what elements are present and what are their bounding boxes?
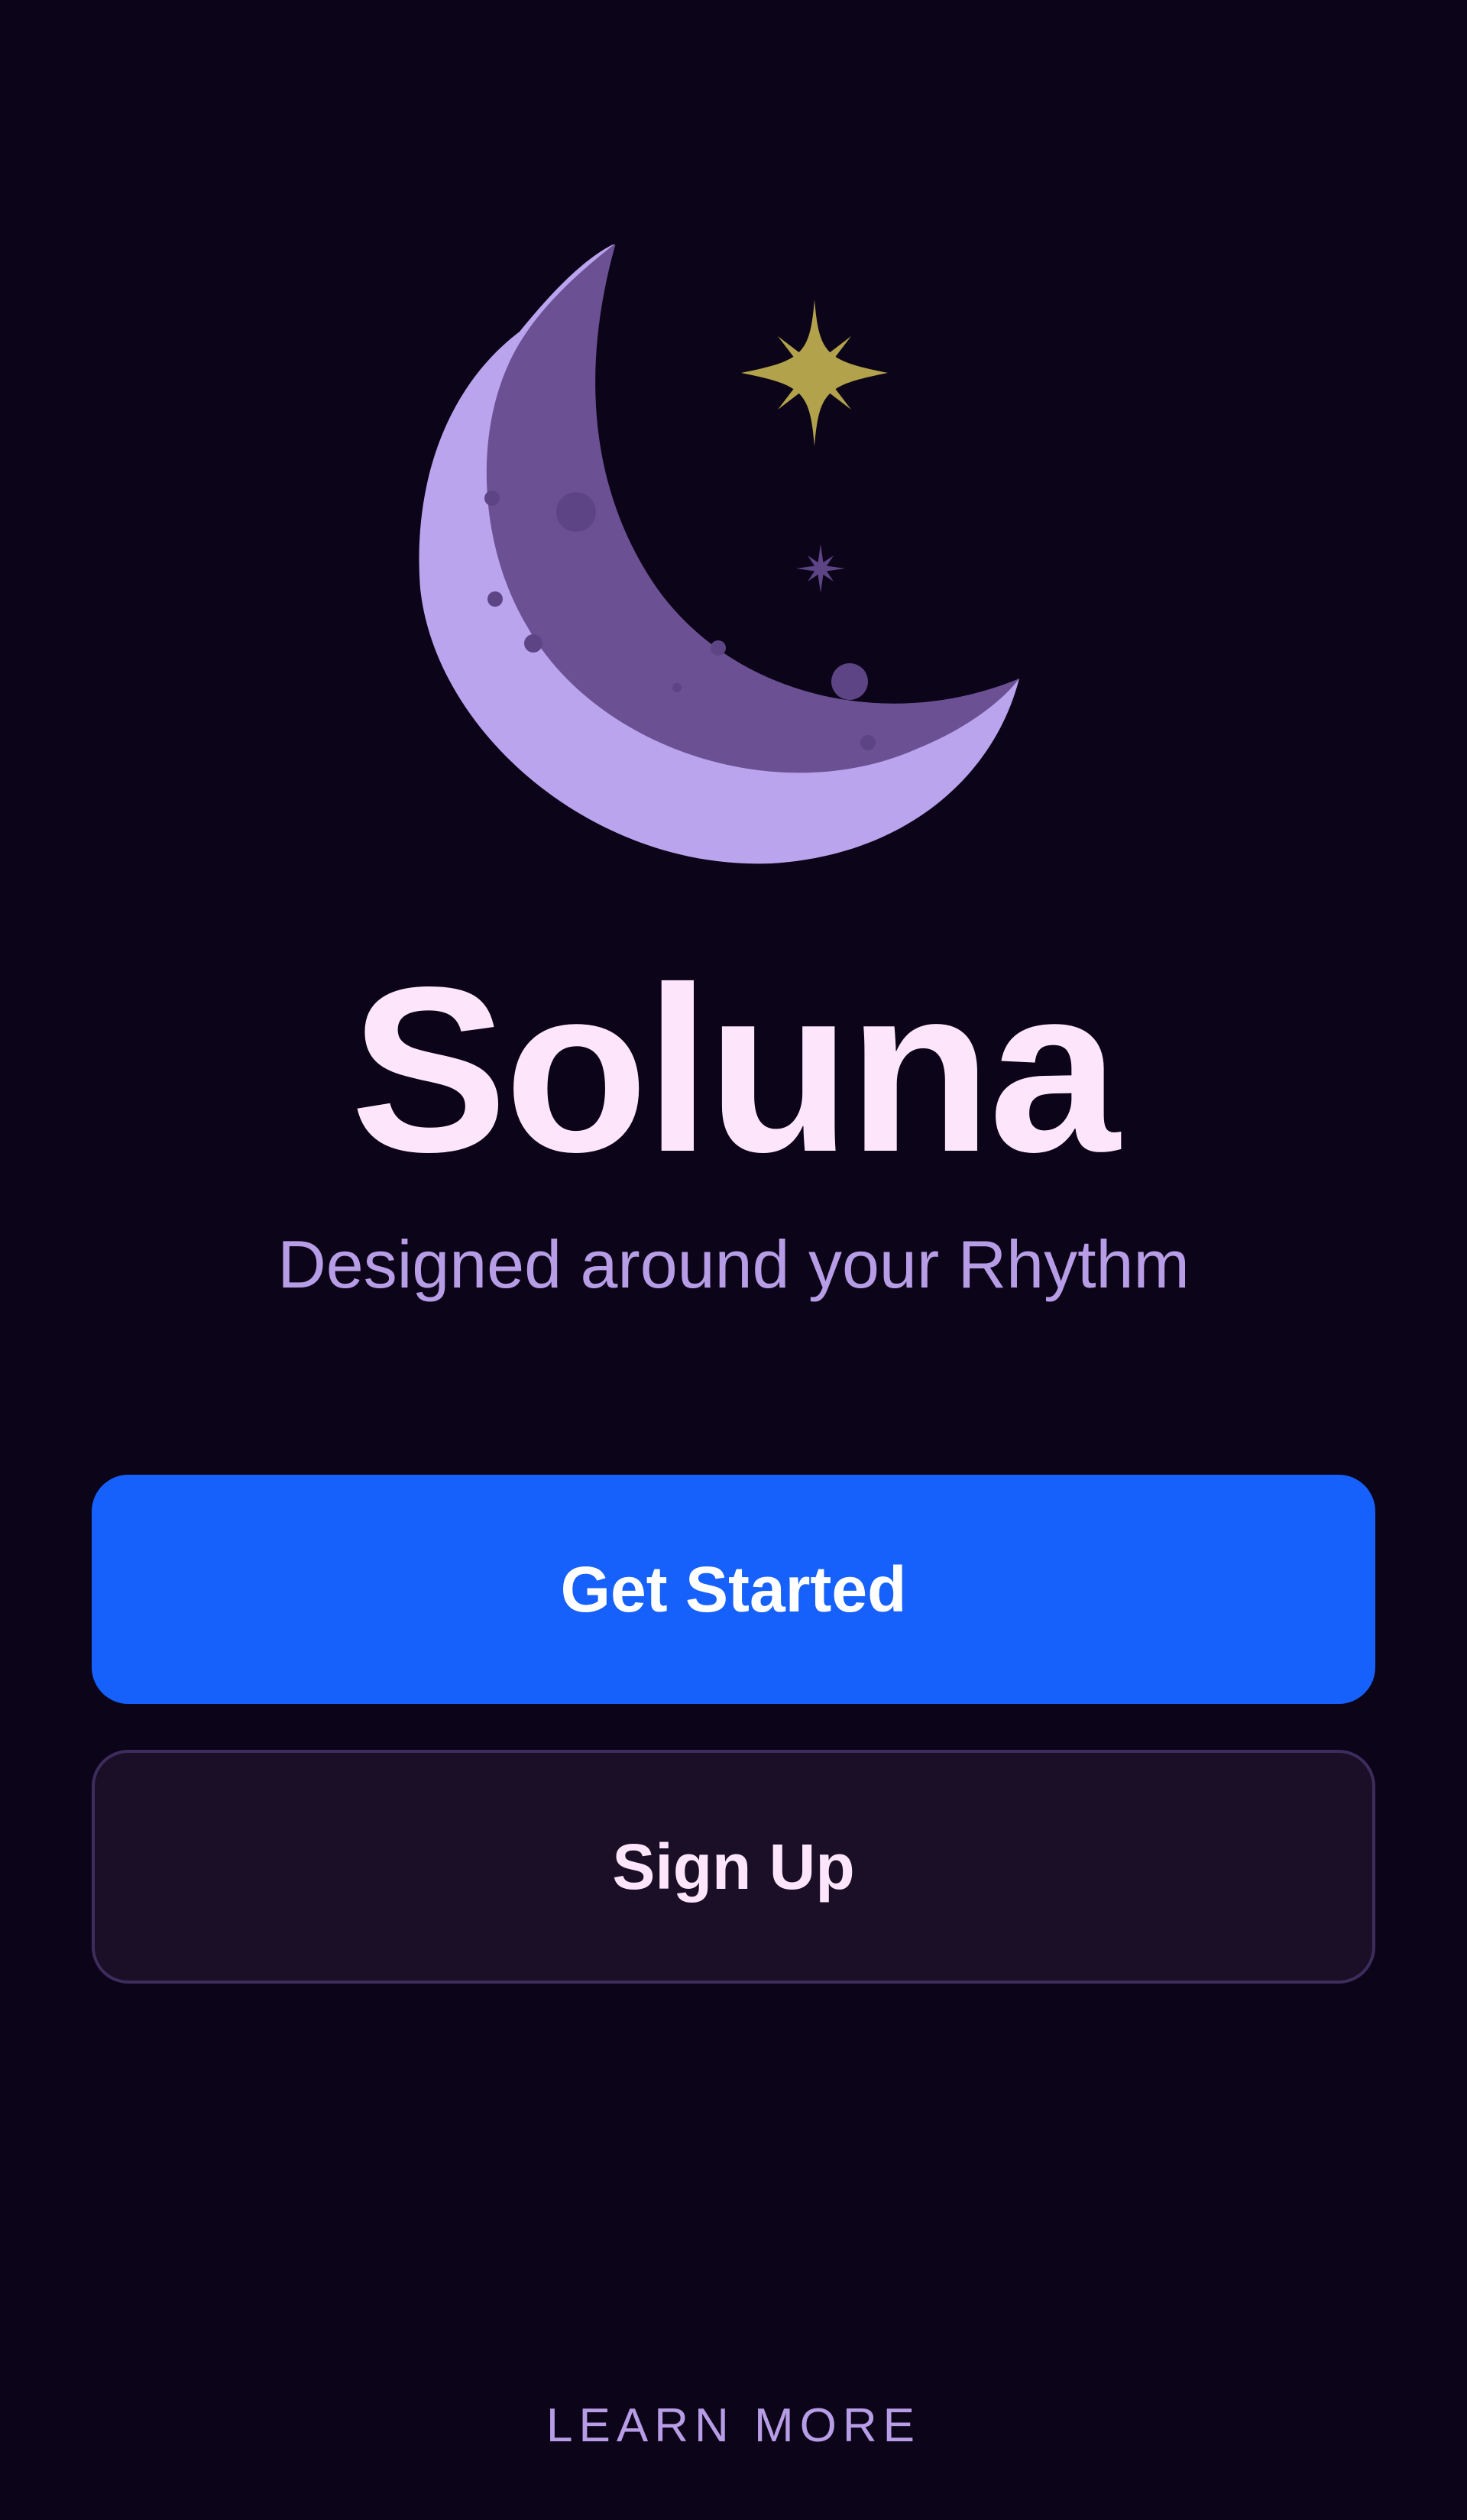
learn-more-link[interactable]: LEARN MORE [0, 2392, 1467, 2460]
hero-illustration [413, 245, 1054, 871]
get-started-label: Get Started [560, 1553, 907, 1625]
app-tagline: Designed around your Rhythm [277, 1226, 1190, 1302]
small-star-icon [796, 544, 845, 593]
sparkle-star-icon [741, 300, 888, 446]
sign-up-label: Sign Up [612, 1830, 855, 1903]
sign-up-button[interactable]: Sign Up [92, 1750, 1375, 1984]
crescent-moon-icon [419, 245, 1019, 864]
welcome-screen: Soluna Designed around your Rhythm Get S… [0, 0, 1467, 2520]
app-title: Soluna [350, 938, 1120, 1201]
get-started-button[interactable]: Get Started [92, 1475, 1375, 1704]
